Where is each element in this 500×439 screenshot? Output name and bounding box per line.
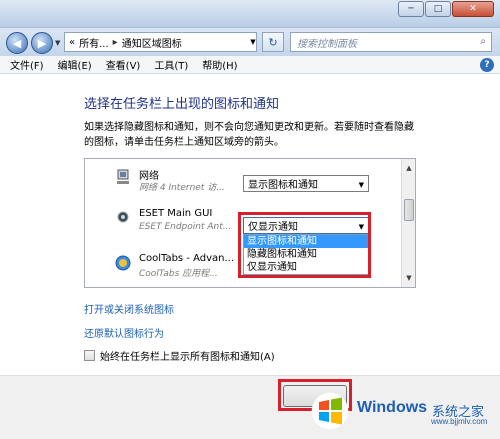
behavior-select[interactable]: 显示图标和通知 ▼ bbox=[243, 175, 369, 192]
site-watermark: Windows 系统之家 www.bjjmlv.com bbox=[305, 383, 500, 439]
network-icon bbox=[115, 169, 131, 185]
always-show-all-checkbox[interactable]: 始终在任务栏上显示所有图标和通知(A) bbox=[84, 348, 275, 363]
annotation-highlight-dropdown bbox=[238, 212, 371, 278]
menu-tools[interactable]: 工具(T) bbox=[154, 57, 188, 72]
back-button[interactable]: ◀ bbox=[6, 32, 28, 54]
watermark-url: www.bjjmlv.com bbox=[431, 417, 488, 426]
window-titlebar: ─ □ ✕ bbox=[0, 0, 500, 28]
watermark-brand: Windows bbox=[357, 399, 428, 416]
restore-default-link[interactable]: 还原默认图标行为 bbox=[84, 325, 164, 340]
breadcrumb-overflow[interactable]: « bbox=[69, 37, 75, 48]
help-icon[interactable]: ? bbox=[480, 58, 494, 72]
windows-logo-icon bbox=[309, 391, 351, 431]
system-icons-link[interactable]: 打开或关闭系统图标 bbox=[84, 301, 174, 316]
checkbox-label: 始终在任务栏上显示所有图标和通知(A) bbox=[100, 352, 275, 363]
menu-view[interactable]: 查看(V) bbox=[106, 57, 141, 72]
page-title: 选择在任务栏上出现的图标和通知 bbox=[84, 97, 280, 112]
breadcrumb-all-items[interactable]: 所有... bbox=[79, 35, 109, 50]
recent-pages-dropdown[interactable]: ▼ bbox=[55, 39, 60, 47]
list-scrollbar[interactable]: ▲ ▼ bbox=[401, 159, 415, 287]
breadcrumb-current[interactable]: 通知区域图标 bbox=[122, 35, 182, 50]
item-subtitle: CoolTabs 应用程... bbox=[139, 269, 218, 279]
search-input[interactable]: 搜索控制面板 ⌕ bbox=[290, 32, 492, 52]
address-dropdown-icon[interactable]: ▼ bbox=[247, 32, 259, 52]
scroll-up-icon[interactable]: ▲ bbox=[403, 161, 415, 175]
maximize-button[interactable]: □ bbox=[425, 1, 451, 17]
minimize-button[interactable]: ─ bbox=[398, 1, 424, 17]
menu-edit[interactable]: 编辑(E) bbox=[58, 57, 92, 72]
menu-bar: 文件(F) 编辑(E) 查看(V) 工具(T) 帮助(H) bbox=[0, 56, 500, 74]
close-button[interactable]: ✕ bbox=[452, 1, 494, 17]
navigation-bar: ◀ ▶ ▼ « 所有... ▸ 通知区域图标 ▼ ↻ 搜索控制面板 ⌕ bbox=[0, 28, 500, 56]
select-value: 显示图标和通知 bbox=[248, 180, 318, 191]
search-placeholder: 搜索控制面板 bbox=[297, 38, 357, 50]
list-item: 网络 网络 4 Internet 访... 显示图标和通知 ▼ bbox=[85, 165, 403, 205]
breadcrumb-separator[interactable]: ▸ bbox=[113, 37, 118, 48]
address-bar[interactable]: « 所有... ▸ 通知区域图标 bbox=[64, 32, 257, 52]
item-subtitle: ESET Endpoint Ant... bbox=[139, 222, 232, 232]
refresh-button[interactable]: ↻ bbox=[262, 32, 284, 52]
menu-file[interactable]: 文件(F) bbox=[10, 57, 44, 72]
eset-icon bbox=[115, 209, 131, 225]
window-controls: ─ □ ✕ bbox=[397, 1, 494, 17]
chevron-down-icon: ▼ bbox=[358, 181, 364, 189]
page-description: 如果选择隐藏图标和通知，则不会向您通知更改和更新。若要随时查看隐藏的图标，请单击… bbox=[84, 122, 414, 148]
menu-help[interactable]: 帮助(H) bbox=[202, 57, 237, 72]
cooltabs-icon bbox=[115, 255, 131, 271]
item-subtitle: 网络 4 Internet 访... bbox=[139, 183, 225, 193]
search-icon[interactable]: ⌕ bbox=[480, 36, 486, 47]
checkbox-box[interactable] bbox=[84, 350, 95, 361]
scroll-down-icon[interactable]: ▼ bbox=[403, 271, 415, 285]
scroll-thumb[interactable] bbox=[404, 199, 414, 221]
item-name: ESET Main GUI bbox=[139, 208, 213, 219]
forward-button[interactable]: ▶ bbox=[31, 32, 53, 54]
item-name: CoolTabs - Advan... bbox=[139, 253, 235, 264]
